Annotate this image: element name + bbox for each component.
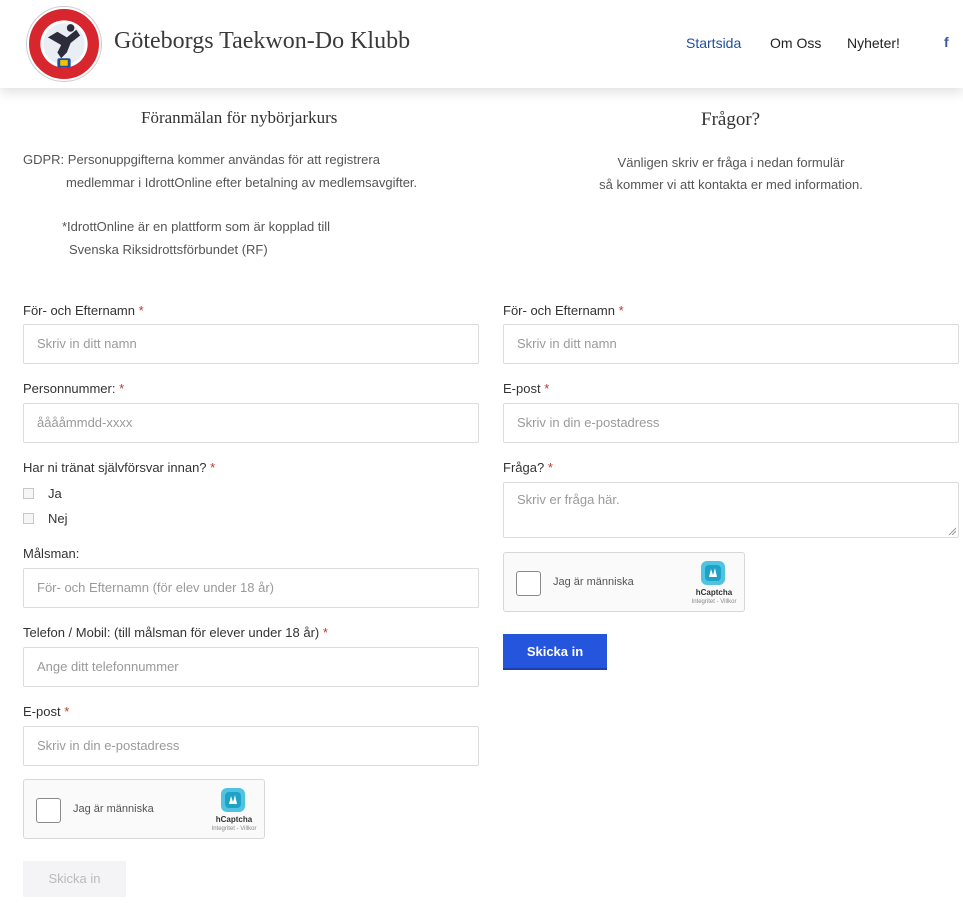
questions-info-1: Vänligen skriv er fråga i nedan formulär — [617, 155, 845, 170]
q-captcha-checkbox[interactable] — [516, 571, 541, 596]
resize-handle-icon[interactable] — [948, 527, 956, 535]
q-question-textarea[interactable]: Skriv er fråga här. — [503, 482, 959, 538]
hcaptcha-logo-icon — [221, 788, 245, 812]
questions-info-2: så kommer vi att kontakta er med informa… — [599, 177, 863, 192]
checkbox-ja[interactable] — [23, 488, 34, 499]
email-input[interactable]: Skriv in din e-postadress — [23, 726, 479, 766]
option-nej-label: Nej — [48, 511, 68, 526]
q-name-label: För- och Efternamn * — [503, 303, 624, 318]
submit-question-button[interactable]: Skicka in — [503, 634, 607, 670]
club-logo-icon[interactable] — [27, 7, 101, 81]
hcaptcha-links[interactable]: Integritet - Villkor — [196, 826, 272, 832]
selfdefense-label: Har ni tränat självförsvar innan? * — [23, 460, 216, 475]
hcaptcha-widget: Jag är människa hCaptcha Integritet - Vi… — [23, 779, 265, 839]
q-question-placeholder: Skriv er fråga här. — [517, 492, 620, 507]
phone-label: Telefon / Mobil: (till målsman för eleve… — [23, 625, 328, 640]
submit-registration-button[interactable]: Skicka in — [23, 861, 126, 897]
questions-title: Frågor? — [701, 109, 761, 130]
email-label: E-post * — [23, 704, 70, 719]
hcaptcha-brand: hCaptcha — [215, 815, 253, 824]
name-input[interactable]: Skriv in ditt namn — [23, 324, 479, 364]
registration-title: Föranmälan för nybörjarkurs — [141, 108, 338, 127]
q-hcaptcha-brand: hCaptcha — [695, 588, 733, 597]
q-question-label: Fråga? * — [503, 460, 553, 475]
hcaptcha-logo-icon — [701, 561, 725, 585]
site-title[interactable]: Göteborgs Taekwon-Do Klubb — [114, 28, 410, 55]
captcha-text: Jag är människa — [73, 803, 154, 815]
gdpr-line-1: GDPR: Personuppgifterna kommer användas … — [23, 152, 380, 167]
option-ja[interactable]: Ja — [23, 486, 62, 501]
idrottonline-note-2: Svenska Riksidrottsförbundet (RF) — [69, 242, 268, 257]
nav-startsida[interactable]: Startsida — [686, 35, 741, 51]
facebook-icon[interactable]: f — [944, 34, 949, 50]
captcha-checkbox[interactable] — [36, 798, 61, 823]
option-ja-label: Ja — [48, 486, 62, 501]
name-label: För- och Efternamn * — [23, 303, 144, 318]
q-name-input[interactable]: Skriv in ditt namn — [503, 324, 959, 364]
guardian-label: Målsman: — [23, 546, 80, 561]
q-hcaptcha-widget: Jag är människa hCaptcha Integritet - Vi… — [503, 552, 745, 612]
phone-input[interactable]: Ange ditt telefonnummer — [23, 647, 479, 687]
checkbox-nej[interactable] — [23, 513, 34, 524]
site-header: Göteborgs Taekwon-Do Klubb Startsida Om … — [0, 0, 963, 88]
nav-om-oss[interactable]: Om Oss — [770, 35, 821, 51]
q-email-input[interactable]: Skriv in din e-postadress — [503, 403, 959, 443]
q-captcha-text: Jag är människa — [553, 576, 634, 588]
guardian-input[interactable]: För- och Efternamn (för elev under 18 år… — [23, 568, 479, 608]
personnummer-label: Personnummer: * — [23, 381, 125, 396]
option-nej[interactable]: Nej — [23, 511, 68, 526]
q-hcaptcha-links[interactable]: Integritet - Villkor — [676, 599, 752, 605]
personnummer-input[interactable]: ååååmmdd-xxxx — [23, 403, 479, 443]
idrottonline-note-1: *IdrottOnline är en plattform som är kop… — [62, 219, 331, 234]
nav-nyheter[interactable]: Nyheter! — [847, 35, 900, 51]
gdpr-line-2: medlemmar i IdrottOnline efter betalning… — [66, 175, 418, 190]
q-email-label: E-post * — [503, 381, 550, 396]
